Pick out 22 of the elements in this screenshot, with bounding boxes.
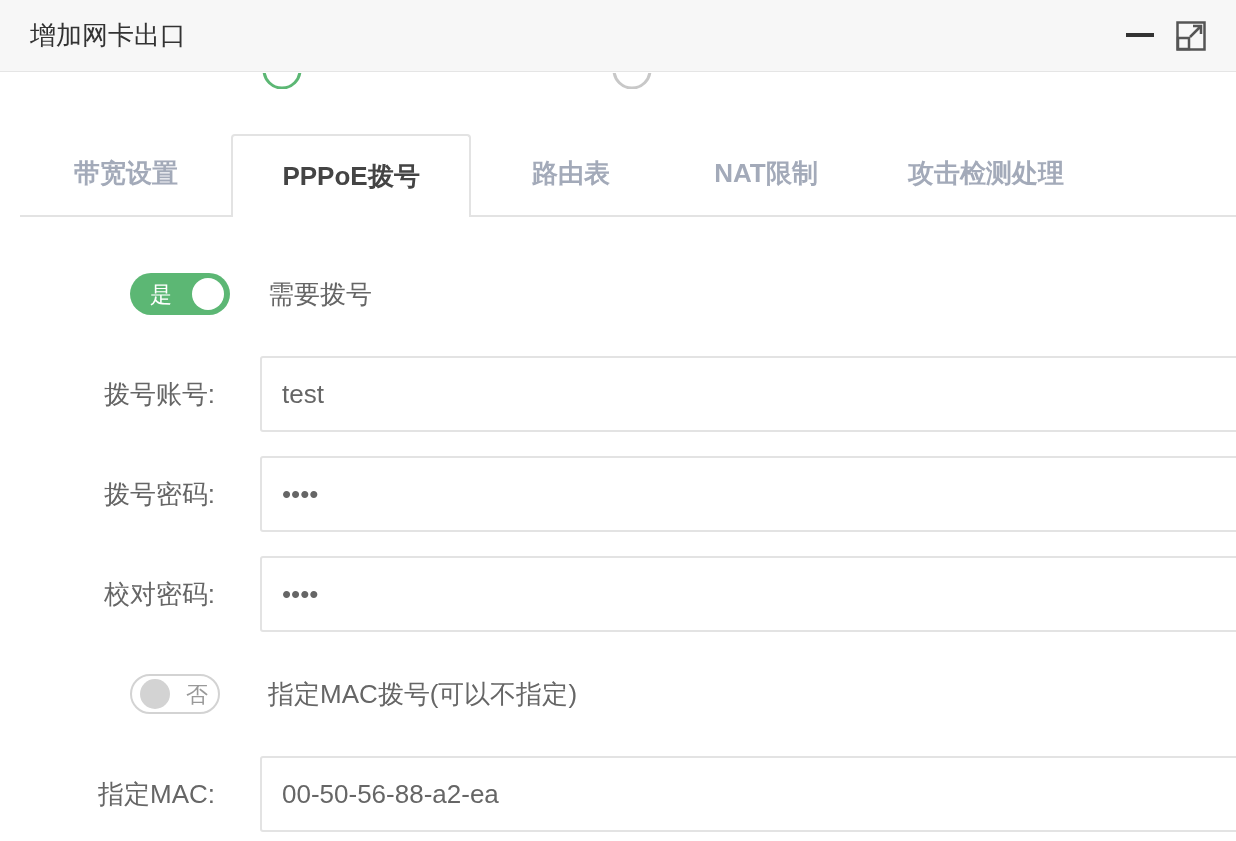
field-label: 拨号账号:	[102, 377, 215, 411]
toggle-switch[interactable]: 是	[130, 273, 230, 315]
input-field[interactable]: test	[260, 356, 1236, 432]
window-title: 增加网卡出口	[30, 19, 187, 52]
toggle-label: 需要拨号	[268, 277, 372, 311]
tab[interactable]: 路由表	[471, 132, 671, 215]
input-field[interactable]: 00-50-56-88-a2-ea	[260, 756, 1236, 832]
input-field[interactable]: ••••	[260, 456, 1236, 532]
field-label: 指定MAC:	[97, 777, 215, 811]
toggle-switch[interactable]: 否	[130, 674, 220, 714]
field-label: 拨号密码:	[102, 477, 215, 511]
minimize-icon[interactable]	[1126, 32, 1154, 39]
tab[interactable]: PPPoE拨号	[231, 134, 471, 217]
field-label: 校对密码:	[102, 577, 215, 611]
tab[interactable]: 攻击检测处理	[861, 132, 1111, 215]
tab[interactable]: NAT限制	[671, 132, 861, 215]
toggle-label: 指定MAC拨号(可以不指定)	[268, 677, 578, 711]
radio-button[interactable]	[262, 73, 302, 89]
maximize-icon[interactable]	[1176, 20, 1206, 51]
radio-button[interactable]	[612, 73, 652, 89]
input-field[interactable]: ••••	[260, 556, 1236, 632]
tab[interactable]: 带宽设置	[20, 132, 231, 215]
